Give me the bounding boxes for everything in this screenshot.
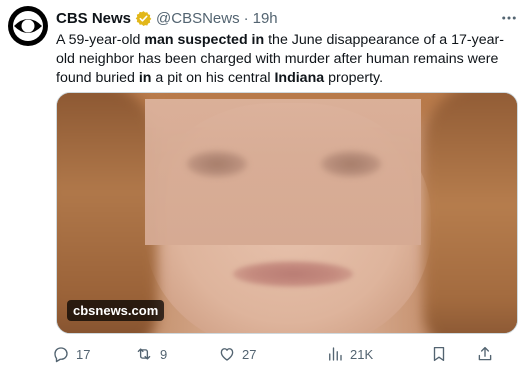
tweet-text-segment: A 59-year-old xyxy=(56,32,145,48)
tweet-text-segment: property. xyxy=(324,70,384,86)
views-count: 21K xyxy=(350,346,374,362)
tweet-text-bold-segment: man suspected in xyxy=(144,32,265,48)
more-dots-icon xyxy=(502,16,516,20)
timestamp[interactable]: 19h xyxy=(253,10,278,27)
author-handle[interactable]: @CBSNews xyxy=(156,10,240,27)
photo-hair-right xyxy=(424,93,517,333)
media-watermark[interactable]: cbsnews.com xyxy=(67,300,165,321)
share-icon xyxy=(478,346,492,361)
like-button[interactable]: 27 xyxy=(218,345,326,363)
tweet-text: A 59-year-old man suspected in the June … xyxy=(56,31,518,88)
author-name[interactable]: CBS News xyxy=(56,10,131,27)
separator-dot: · xyxy=(243,9,249,27)
tweet-header: CBS News @CBSNews · 19h xyxy=(56,8,520,28)
tweet-text-bold-segment: in xyxy=(138,70,152,86)
bookmark-button[interactable] xyxy=(430,345,476,363)
retweet-button[interactable]: 9 xyxy=(134,345,218,363)
tweet-photo[interactable]: cbsnews.com xyxy=(56,92,518,334)
like-count: 27 xyxy=(242,346,257,362)
views-button[interactable]: 21K xyxy=(326,345,430,363)
bookmark-icon xyxy=(433,346,445,362)
photo-blur-overlay xyxy=(145,99,421,245)
retweet-count: 9 xyxy=(160,346,168,362)
more-button[interactable] xyxy=(498,8,520,28)
retweet-icon xyxy=(137,348,151,360)
action-bar: 17 9 27 21K xyxy=(52,343,522,365)
tweet-text-bold-segment: Indiana xyxy=(274,70,325,86)
heart-icon xyxy=(220,348,234,361)
tweet-text-segment: a pit on his central xyxy=(151,70,275,86)
reply-icon xyxy=(54,347,68,363)
verified-badge-icon xyxy=(135,10,152,27)
avatar[interactable] xyxy=(8,6,48,46)
photo-mouth xyxy=(233,261,353,287)
views-chart-icon xyxy=(329,347,342,361)
photo-hair-left xyxy=(57,93,157,333)
share-button[interactable] xyxy=(476,345,500,363)
cbs-eye-logo-icon xyxy=(13,11,43,41)
blurred-eye-left xyxy=(187,151,247,177)
reply-button[interactable]: 17 xyxy=(52,345,134,363)
reply-count: 17 xyxy=(76,346,91,362)
blurred-eye-right xyxy=(321,151,381,177)
